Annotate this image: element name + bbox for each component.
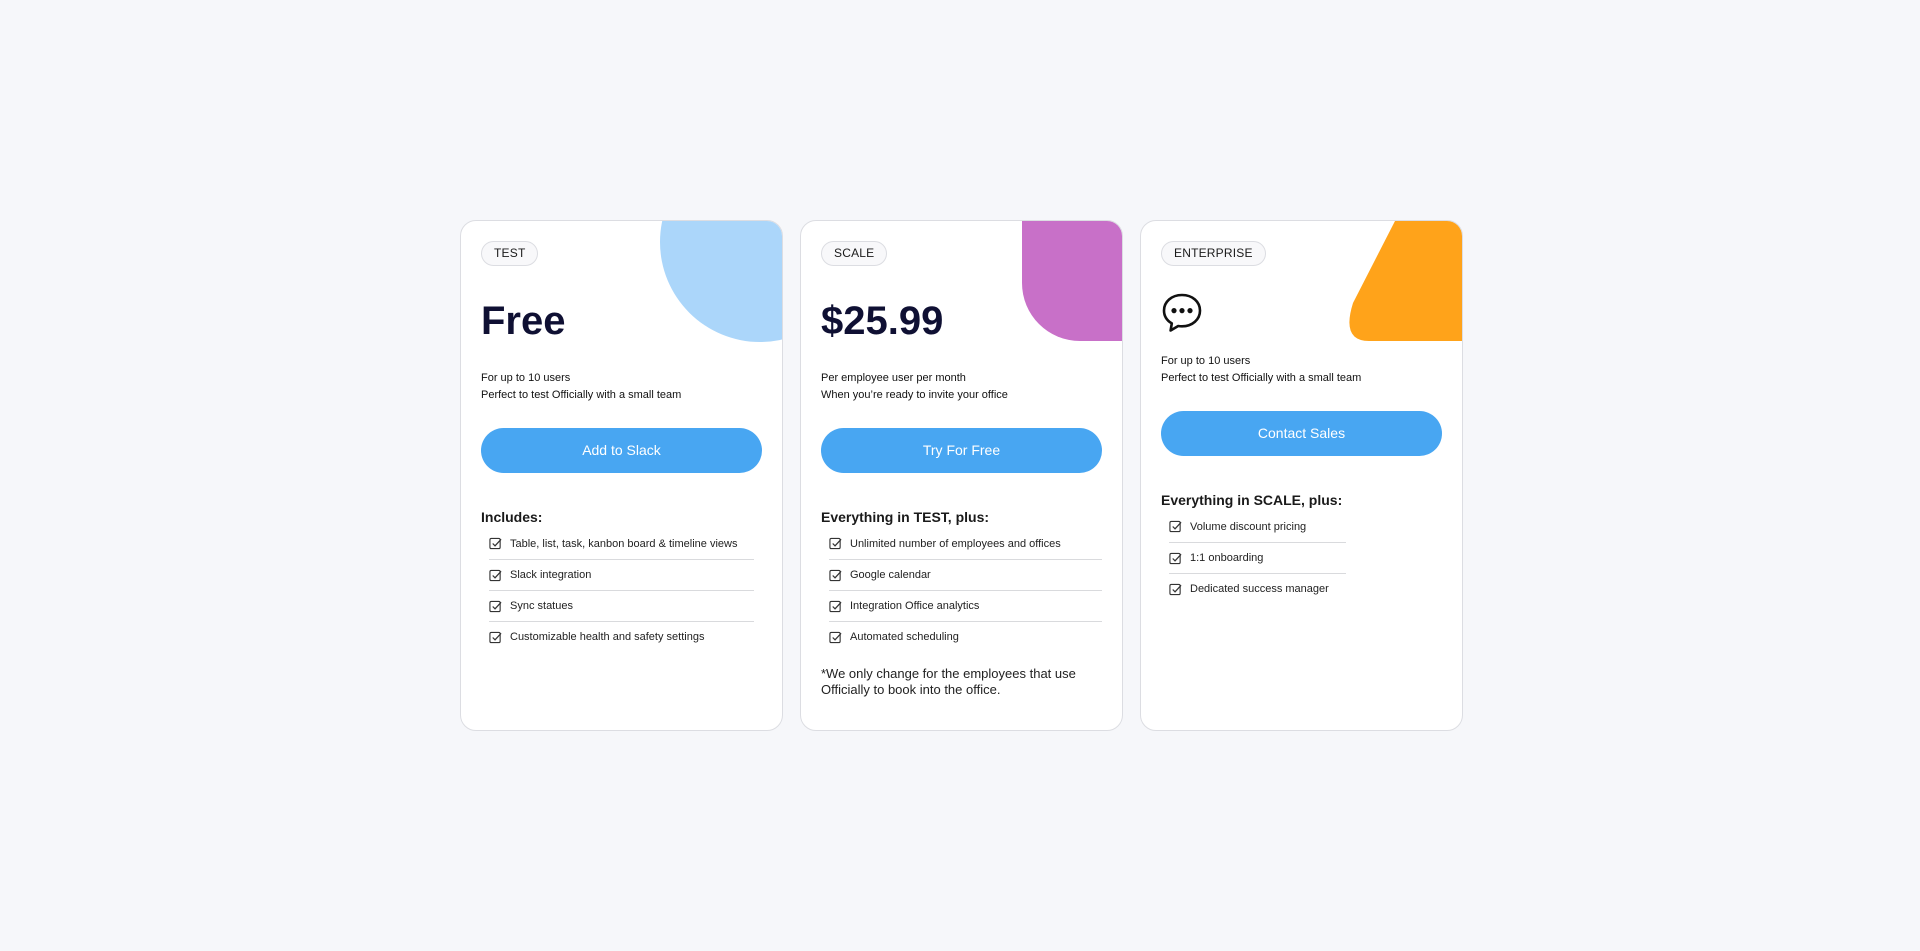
includes-title: Includes: [481,509,543,525]
checkbox-icon [829,631,842,643]
try-for-free-button[interactable]: Try For Free [821,428,1102,473]
feature-item: Volume discount pricing [1169,511,1346,542]
plan-description: For up to 10 users Perfect to test Offic… [1161,353,1442,387]
feature-list: Unlimited number of employees and office… [829,528,1102,652]
checkbox-icon [489,569,502,581]
feature-text: 1:1 onboarding [1190,552,1264,564]
plan-description-line: Perfect to test Officially with a small … [481,389,682,401]
plan-description: Per employee user per month When you’re … [821,370,1102,404]
checkbox-icon [1169,583,1182,595]
plan-description-line: For up to 10 users [1161,355,1251,367]
feature-text: Automated scheduling [850,631,959,643]
add-to-slack-button[interactable]: Add to Slack [481,428,762,473]
plan-description-line: When you’re ready to invite your office [821,389,1008,401]
feature-list: Volume discount pricing 1:1 onboarding D… [1169,511,1346,604]
checkbox-icon [489,537,502,550]
plan-price: Free [481,299,566,343]
checkbox-icon [489,600,502,612]
feature-item: Slack integration [489,559,754,590]
plan-card-scale: SCALE $25.99 Per employee user per month… [800,220,1123,731]
feature-item: Dedicated success manager [1169,573,1346,604]
plan-description-line: For up to 10 users [481,372,571,384]
checkbox-icon [829,600,842,612]
feature-item: Sync statues [489,590,754,621]
checkbox-icon [489,631,502,643]
plan-card-test: TEST Free For up to 10 users Perfect to … [460,220,783,731]
feature-item: Customizable health and safety settings [489,621,754,652]
includes-title: Everything in TEST, plus: [821,509,990,525]
feature-item: Unlimited number of employees and office… [829,528,1102,559]
feature-item: 1:1 onboarding [1169,542,1346,573]
feature-text: Unlimited number of employees and office… [850,537,1061,550]
feature-item: Automated scheduling [829,621,1102,652]
plan-description-line: Perfect to test Officially with a small … [1161,372,1362,384]
decorative-shape [1349,221,1462,341]
checkbox-icon [1169,520,1182,533]
plan-price: $25.99 [821,299,944,343]
feature-text: Google calendar [850,569,931,581]
feature-text: Volume discount pricing [1190,520,1307,533]
plan-badge: SCALE [821,241,888,266]
feature-item: Google calendar [829,559,1102,590]
feature-list: Table, list, task, kanbon board & timeli… [489,528,754,652]
feature-text: Integration Office analytics [850,600,980,612]
includes-title: Everything in SCALE, plus: [1161,492,1343,508]
plan-card-enterprise: ENTERPRISE For up to 10 users Perfect to… [1140,220,1463,731]
feature-item: Integration Office analytics [829,590,1102,621]
plan-badge: TEST [481,241,539,266]
feature-text: Sync statues [510,600,573,612]
plan-description: For up to 10 users Perfect to test Offic… [481,370,762,404]
feature-text: Table, list, task, kanbon board & timeli… [510,537,738,550]
feature-text: Slack integration [510,569,592,581]
pricing-cards: TEST Free For up to 10 users Perfect to … [460,220,1463,731]
contact-sales-button[interactable]: Contact Sales [1161,411,1442,456]
feature-text: Dedicated success manager [1190,583,1329,595]
plan-badge: ENTERPRISE [1161,241,1266,266]
checkbox-icon [829,537,842,550]
feature-item: Table, list, task, kanbon board & timeli… [489,528,754,559]
chat-bubble-icon [1162,293,1202,332]
feature-text: Customizable health and safety settings [510,631,705,643]
checkbox-icon [829,569,842,581]
pricing-footnote: *We only change for the employees that u… [821,666,1076,697]
plan-description-line: Per employee user per month [821,372,966,384]
checkbox-icon [1169,552,1182,564]
